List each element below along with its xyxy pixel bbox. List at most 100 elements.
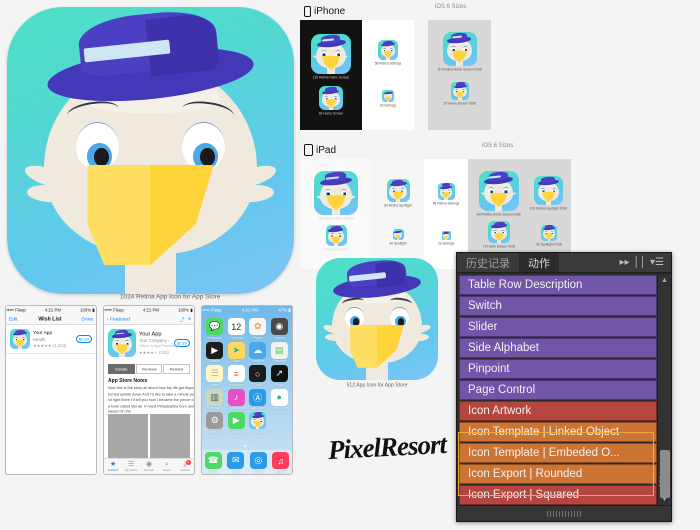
app-icon: ➤ bbox=[228, 342, 245, 359]
menu-icon[interactable]: ≡ bbox=[188, 316, 191, 322]
scroll-up-arrow[interactable]: ▲ bbox=[661, 277, 668, 284]
panel-tab-bar[interactable]: 历史记录 动作 ▸▸ ││ ▾☰ bbox=[457, 253, 671, 273]
home-app-settings[interactable]: ⚙ Settings bbox=[205, 412, 225, 434]
home-app-game-center[interactable]: ● Game Center bbox=[270, 389, 290, 411]
panel-menu-icon[interactable]: ▾☰ bbox=[650, 257, 664, 268]
panel-controls[interactable]: ▸▸ ││ ▾☰ bbox=[619, 253, 671, 272]
tab-history[interactable]: 历史记录 bbox=[457, 253, 519, 272]
dock[interactable]: ☎ Phone ✉ Mail ◎ Safari ♫ Music bbox=[202, 450, 292, 474]
app-icon: Ⓐ bbox=[249, 389, 266, 406]
status-carrier: ••••• Fleep  bbox=[6, 307, 27, 312]
share-icon[interactable]: ⤴ bbox=[179, 315, 184, 322]
action-row[interactable]: Switch bbox=[459, 296, 657, 316]
home-app-your-app[interactable]: Your App bbox=[248, 412, 268, 434]
home-app-videos[interactable]: ▶ Videos bbox=[205, 342, 225, 364]
icon-cell: 76 Home Screen bbox=[316, 225, 356, 251]
mockup-home-screen: ••••• Fleep  4:21 PM 47% ▮ 💬 Messages 12 C… bbox=[201, 305, 293, 475]
notes-body: Now this is the story all about how My l… bbox=[108, 385, 195, 415]
panel-iphone-settings: 58 Retina Settings 29 Settings bbox=[362, 20, 414, 130]
home-app-app-store[interactable]: Ⓐ App Store bbox=[248, 389, 268, 411]
dock-app-safari[interactable]: ◎ Safari bbox=[247, 452, 270, 474]
app-name: Your App bbox=[33, 330, 90, 336]
app-icon: ☁ bbox=[249, 342, 266, 359]
segment-related[interactable]: Related bbox=[163, 364, 190, 374]
action-row[interactable]: Icon Export | Rounded bbox=[459, 464, 657, 484]
app-name: Your App bbox=[139, 330, 184, 337]
home-app-calendar[interactable]: 12 Calendar bbox=[227, 318, 247, 340]
spec-title-ipad: iPad bbox=[316, 145, 336, 156]
app-label: Camera bbox=[267, 336, 291, 340]
tab-search[interactable]: ⌕ Search bbox=[158, 459, 176, 474]
tab-top-charts[interactable]: ☰ Top Charts bbox=[122, 459, 140, 474]
duck-mascot-icon bbox=[7, 7, 294, 294]
home-app-weather[interactable]: ☁ Weather bbox=[248, 342, 268, 364]
tab-bar[interactable]: ★ Featured ☰ Top Charts ◉ Near Me ⌕ Search ⤓… bbox=[104, 458, 194, 474]
tab-featured[interactable]: ★ Featured bbox=[104, 459, 122, 474]
tab-updates[interactable]: ⤓ Updates 4 bbox=[176, 459, 194, 474]
screenshot-gallery[interactable] bbox=[108, 414, 190, 462]
icon-cell-caption: 120 Retina Home Screen bbox=[300, 76, 363, 81]
action-row[interactable]: Table Row Description bbox=[459, 275, 657, 295]
location-icon: ◉ bbox=[140, 461, 158, 469]
home-app-clock[interactable]: ○ Clock bbox=[248, 365, 268, 387]
icon-cell-caption: 76 Home Screen bbox=[311, 248, 361, 253]
status-bar: ••••• Fleep  4:21 PM 47% ▮ bbox=[202, 306, 292, 314]
app-thumbnail bbox=[10, 329, 30, 349]
home-app-passbook[interactable]: ▤ Passbook bbox=[270, 342, 290, 364]
tab-near-me[interactable]: ◉ Near Me bbox=[140, 459, 158, 474]
tab-actions[interactable]: 动作 bbox=[519, 253, 559, 272]
edit-button[interactable]: Edit bbox=[9, 316, 17, 322]
status-bar: ••••• Fleep  4:21 PM 100% ▮ bbox=[6, 306, 96, 314]
back-to-featured-button[interactable]: ‹ Featured bbox=[107, 316, 130, 322]
segment-details[interactable]: Details bbox=[108, 364, 135, 374]
status-time: 4:21 PM bbox=[242, 307, 258, 312]
app-icon: ◉ bbox=[271, 318, 288, 335]
home-app-photos[interactable]: ✿ Photos bbox=[248, 318, 268, 340]
home-app-messages[interactable]: 💬 Messages bbox=[205, 318, 225, 340]
home-app-newsstand[interactable]: ▥ Newsstand bbox=[205, 389, 225, 411]
status-battery: 100% ▮ bbox=[178, 307, 193, 312]
action-row[interactable]: Icon Artwork bbox=[459, 401, 657, 421]
action-row[interactable]: Slider bbox=[459, 317, 657, 337]
action-row[interactable]: Page Control bbox=[459, 380, 657, 400]
segmented-control[interactable]: Details Reviews Related bbox=[108, 364, 190, 374]
collapse-icon[interactable]: ▸▸ bbox=[619, 257, 629, 268]
action-row[interactable]: Side Alphabet bbox=[459, 338, 657, 358]
dock-app-music[interactable]: ♫ Music bbox=[270, 452, 293, 474]
status-time: 4:21 PM bbox=[143, 307, 159, 312]
action-row[interactable]: Icon Export | Squared bbox=[459, 485, 657, 505]
app-icon: ✿ bbox=[249, 318, 266, 335]
photoshop-actions-panel[interactable]: 历史记录 动作 ▸▸ ││ ▾☰ Table Row Description Sw… bbox=[456, 252, 672, 522]
list-item[interactable]: Your App Health ★★★★★ (1,234) $2.99 bbox=[6, 325, 96, 354]
home-app-notes[interactable]: ☰ Notes bbox=[205, 365, 225, 387]
home-app-maps[interactable]: ➤ Maps bbox=[227, 342, 247, 364]
download-icon: ⤓ bbox=[176, 461, 194, 469]
status-battery: 100% ▮ bbox=[80, 307, 95, 312]
drag-grip[interactable] bbox=[547, 511, 581, 517]
home-app-facetime[interactable]: ▶ FaceTime bbox=[227, 412, 247, 434]
app-label: Messages bbox=[203, 336, 227, 340]
home-app-reminders[interactable]: ≡ Reminders bbox=[227, 365, 247, 387]
scrollbar-thumb[interactable] bbox=[660, 450, 670, 498]
resize-grip[interactable] bbox=[659, 477, 669, 487]
action-row[interactable]: Icon Template | Linked Object bbox=[459, 422, 657, 442]
panel-ipad-spotlight: 80 Retina Spotlight 40 Spotlight bbox=[372, 159, 424, 269]
home-screen-grid[interactable]: 💬 Messages 12 Calendar ✿ Photos ◉ Camera ▶ Videos… bbox=[202, 314, 292, 434]
app-label: Passbook bbox=[267, 360, 291, 364]
icon-cell: 29 Settings bbox=[435, 231, 457, 245]
home-app-itunes-store[interactable]: ♪ iTunes Store bbox=[227, 389, 247, 411]
vertical-scrollbar[interactable]: ▲ ▼ bbox=[657, 275, 671, 505]
action-row[interactable]: Pinpoint bbox=[459, 359, 657, 379]
dock-app-phone[interactable]: ☎ Phone bbox=[202, 452, 225, 474]
icon-cell-caption: 58 Retina Settings bbox=[424, 202, 469, 207]
action-row[interactable]: Icon Template | Embeded O... bbox=[459, 443, 657, 463]
ios6-label: iOS 6 Sizes bbox=[435, 4, 466, 10]
icon-cell-caption: 152 Retina Home Screen bbox=[299, 217, 374, 222]
segment-reviews[interactable]: Reviews bbox=[136, 364, 163, 374]
app-label: Clock bbox=[246, 383, 270, 387]
done-button[interactable]: Done bbox=[81, 316, 93, 322]
home-app-camera[interactable]: ◉ Camera bbox=[270, 318, 290, 340]
app-label: Settings bbox=[203, 430, 227, 434]
actions-list[interactable]: Table Row Description Switch Slider Side Al… bbox=[459, 275, 657, 505]
retina-appstore-caption: 1024 Retina App Icon for App Store bbox=[120, 292, 220, 300]
